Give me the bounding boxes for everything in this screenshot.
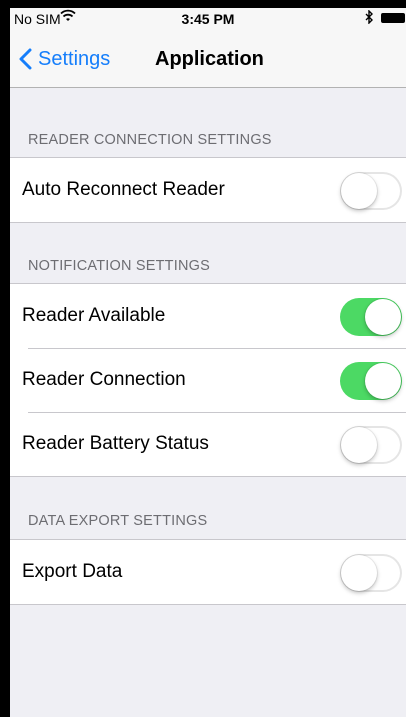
setting-row-reader-available: Reader Available bbox=[10, 284, 406, 348]
back-button[interactable]: Settings bbox=[18, 44, 110, 74]
setting-label: Reader Connection bbox=[22, 369, 186, 390]
chevron-left-icon bbox=[19, 48, 32, 70]
reader-connection-toggle[interactable] bbox=[340, 362, 402, 400]
battery-icon bbox=[381, 13, 405, 23]
setting-row-auto-reconnect: Auto Reconnect Reader bbox=[10, 158, 406, 222]
setting-label: Reader Available bbox=[22, 305, 166, 326]
clock: 3:45 PM bbox=[181, 11, 235, 27]
setting-label: Auto Reconnect Reader bbox=[22, 179, 225, 200]
setting-row-reader-battery-status: Reader Battery Status bbox=[10, 412, 406, 476]
reader-battery-status-toggle[interactable] bbox=[340, 426, 402, 464]
page-title: Application bbox=[155, 48, 264, 70]
toggle-knob bbox=[341, 555, 377, 591]
toggle-knob bbox=[341, 173, 377, 209]
settings-group-reader-connection: Auto Reconnect Reader bbox=[10, 157, 406, 223]
section-header-notification: NOTIFICATION SETTINGS bbox=[28, 258, 210, 274]
toggle-knob bbox=[341, 427, 377, 463]
toggle-knob bbox=[365, 299, 401, 335]
settings-group-notification: Reader Available Reader Connection Reade… bbox=[10, 283, 406, 477]
auto-reconnect-toggle[interactable] bbox=[340, 172, 402, 210]
setting-label: Reader Battery Status bbox=[22, 433, 209, 454]
navigation-bar: Settings Application bbox=[10, 32, 406, 88]
section-header-reader-connection: READER CONNECTION SETTINGS bbox=[28, 132, 272, 148]
app-screen: No SIM 3:45 PM Settings Application READ… bbox=[10, 8, 406, 717]
status-bar: No SIM 3:45 PM bbox=[10, 8, 406, 32]
setting-label: Export Data bbox=[22, 561, 123, 582]
setting-row-export-data: Export Data bbox=[10, 540, 406, 604]
section-header-data-export: DATA EXPORT SETTINGS bbox=[28, 513, 208, 529]
reader-available-toggle[interactable] bbox=[340, 298, 402, 336]
bluetooth-icon bbox=[365, 10, 373, 24]
export-data-toggle[interactable] bbox=[340, 554, 402, 592]
setting-row-reader-connection: Reader Connection bbox=[10, 348, 406, 412]
toggle-knob bbox=[365, 363, 401, 399]
back-button-label: Settings bbox=[38, 47, 111, 70]
settings-group-data-export: Export Data bbox=[10, 539, 406, 605]
